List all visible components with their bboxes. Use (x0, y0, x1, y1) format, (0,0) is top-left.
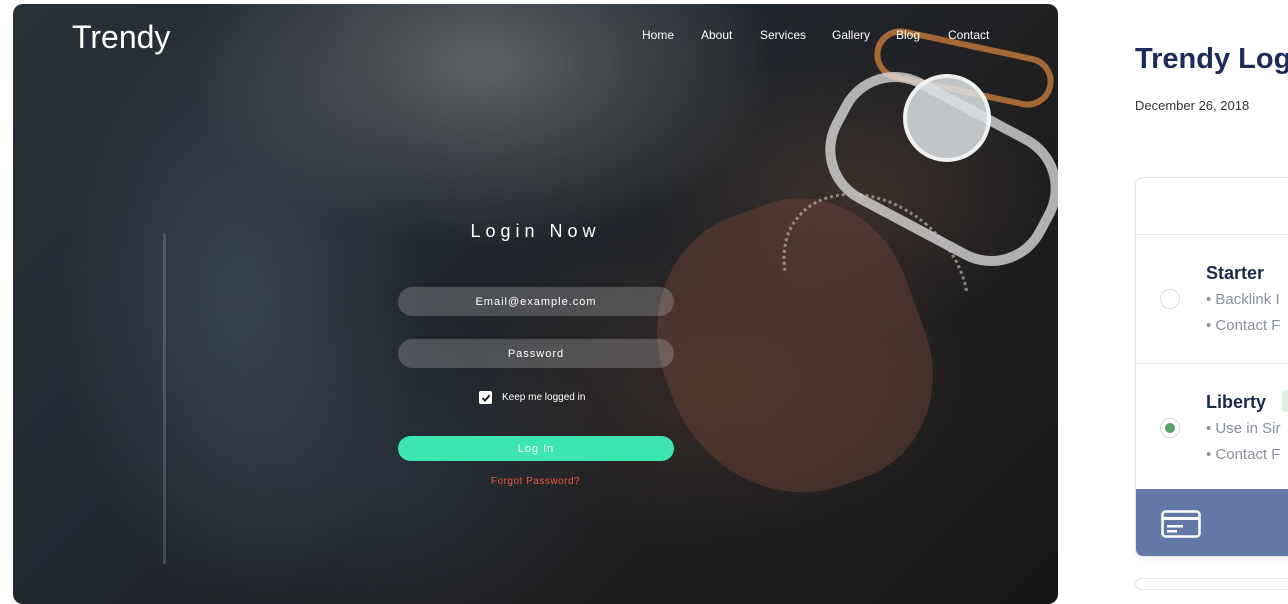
license-card: Starter • Backlink I • Contact F Liberty… (1135, 177, 1288, 557)
nav-about[interactable]: About (701, 28, 732, 42)
option-feature: • Contact F (1206, 317, 1281, 334)
option-name: Liberty (1206, 392, 1267, 412)
option-badge (1282, 390, 1288, 412)
product-date: December 26, 2018 (1135, 98, 1250, 113)
email-field[interactable]: Email@example.com (398, 287, 674, 316)
keep-logged-in-checkbox[interactable] (479, 391, 492, 404)
liberty-radio[interactable] (1160, 418, 1180, 438)
option-feature: • Contact F (1206, 446, 1281, 463)
nav-contact[interactable]: Contact (948, 28, 989, 42)
forgot-password-text[interactable]: Forgot Password? (491, 476, 580, 487)
license-option-liberty[interactable]: Liberty • Use in Sir • Contact F (1136, 364, 1288, 493)
login-button[interactable]: Log In (398, 436, 674, 461)
keep-logged-in-label: Keep me logged in (502, 392, 586, 403)
credit-card-icon (1161, 510, 1201, 538)
option-name: Starter (1206, 263, 1265, 283)
nav-blog[interactable]: Blog (896, 28, 920, 42)
email-placeholder: Email@example.com (475, 295, 597, 308)
option-feature: • Backlink I (1206, 291, 1280, 308)
purchase-bar[interactable] (1136, 489, 1288, 556)
site-logo[interactable]: Trendy (72, 19, 170, 56)
license-option-starter[interactable]: Starter • Backlink I • Contact F (1136, 235, 1288, 364)
template-preview: Trendy Home About Services Gallery Blog … (13, 4, 1058, 604)
nav-gallery[interactable]: Gallery (832, 28, 870, 42)
password-field[interactable]: Password (398, 339, 674, 368)
forgot-password-link: Forgot Password? (13, 476, 1058, 487)
next-card-edge (1135, 578, 1288, 590)
starter-radio[interactable] (1160, 289, 1180, 309)
checkmark-icon (481, 394, 490, 402)
license-card-header (1136, 178, 1288, 235)
option-feature: • Use in Sir (1206, 420, 1281, 437)
login-title: Login Now (470, 221, 601, 241)
nav-home[interactable]: Home (642, 28, 674, 42)
password-placeholder: Password (507, 347, 565, 360)
nav-services[interactable]: Services (760, 28, 806, 42)
product-title: Trendy Log (1135, 43, 1288, 75)
keep-logged-in[interactable]: Keep me logged in (479, 391, 585, 404)
